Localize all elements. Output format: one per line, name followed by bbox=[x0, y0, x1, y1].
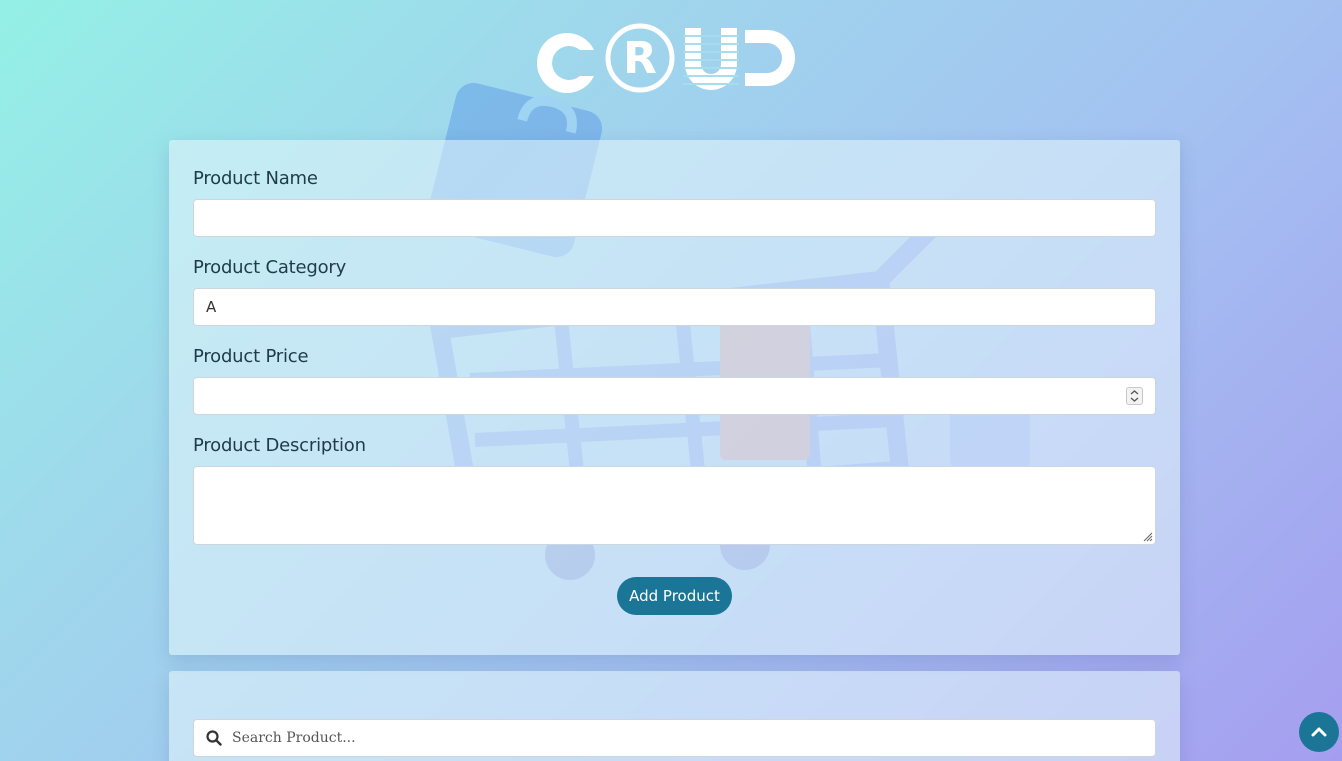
scroll-to-top-button[interactable] bbox=[1299, 712, 1339, 752]
product-form-card: Product Name Product Category A Product … bbox=[169, 140, 1180, 655]
resize-handle-icon[interactable] bbox=[1141, 530, 1153, 542]
add-product-button[interactable]: Add Product bbox=[617, 577, 732, 615]
product-name-input[interactable] bbox=[193, 199, 1156, 237]
product-description-textarea[interactable] bbox=[193, 466, 1156, 545]
product-description-label: Product Description bbox=[193, 435, 366, 456]
chevron-up-icon bbox=[1311, 727, 1327, 737]
svg-text:R: R bbox=[623, 33, 657, 84]
product-price-input[interactable] bbox=[193, 377, 1156, 415]
search-card: Search Product... bbox=[169, 671, 1180, 761]
search-icon bbox=[206, 730, 222, 746]
search-input[interactable]: Search Product... bbox=[193, 719, 1156, 757]
search-placeholder: Search Product... bbox=[232, 730, 356, 746]
number-spinner-icon[interactable] bbox=[1126, 387, 1143, 405]
crud-logo: R bbox=[536, 23, 795, 93]
product-category-input[interactable]: A bbox=[193, 288, 1156, 326]
product-name-label: Product Name bbox=[193, 168, 318, 189]
product-category-label: Product Category bbox=[193, 257, 347, 278]
product-price-label: Product Price bbox=[193, 346, 309, 367]
